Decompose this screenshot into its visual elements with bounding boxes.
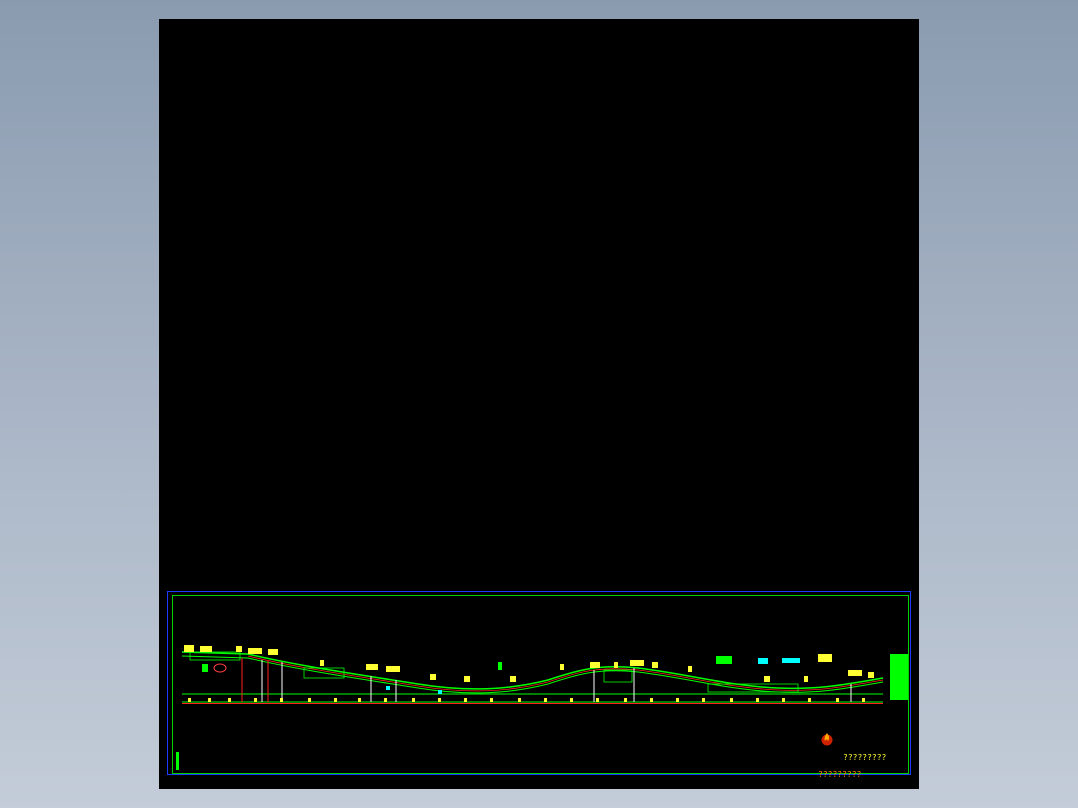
title-caption-secondary: ?????????: [818, 770, 862, 779]
profile-drawing: [176, 645, 884, 770]
cad-viewport[interactable]: ????????? ?????????: [159, 19, 919, 789]
yellow-annotations: [184, 645, 874, 682]
road-profile-upper: [181, 651, 884, 690]
title-block-marker: [890, 654, 908, 700]
drawing-sheet: ????????? ?????????: [167, 591, 911, 779]
title-caption-primary: ?????????: [843, 753, 887, 762]
red-pier-lines: [241, 658, 269, 702]
flame-logo-icon: [821, 733, 833, 746]
left-ruler: [176, 752, 179, 770]
station-ticks: [188, 698, 865, 702]
section-boxes: [189, 651, 799, 693]
left-emblem: [213, 663, 227, 673]
